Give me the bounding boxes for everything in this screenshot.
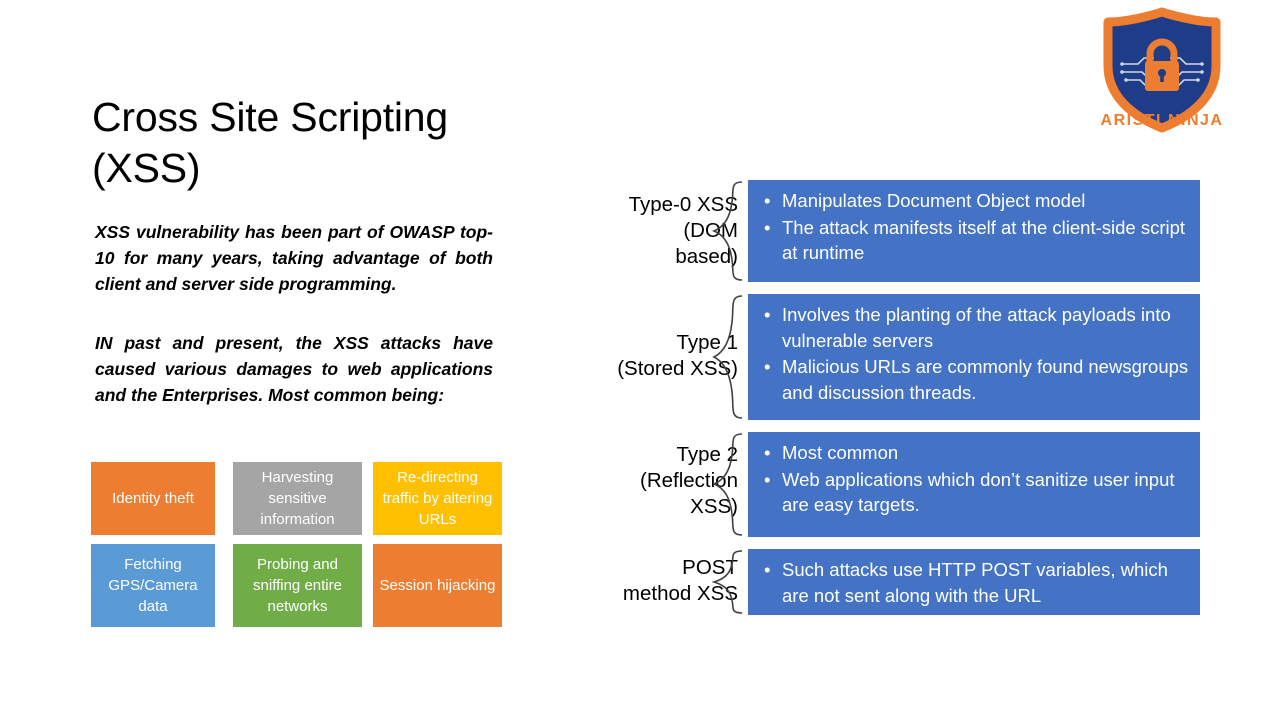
detail-bullet: Malicious URLs are commonly found newsgr… (764, 354, 1190, 405)
label-line: Type 1 (676, 331, 738, 354)
impact-box-identity-theft: Identity theft (91, 462, 215, 535)
label-line: based) (675, 245, 738, 268)
intro-paragraph-2: IN past and present, the XSS attacks hav… (95, 333, 493, 405)
impact-box-session-hijacking: Session hijacking (373, 544, 502, 627)
curly-brace-icon-post-method (712, 549, 744, 615)
xss-type-label-post-method: POST method XSS (558, 555, 738, 607)
label-line: XSS) (690, 495, 738, 518)
label-line: Type-0 XSS (628, 193, 738, 216)
label-line: (DOM (683, 219, 738, 242)
detail-bullet: Involves the planting of the attack payl… (764, 302, 1190, 353)
impact-box-label: Session hijacking (379, 577, 496, 594)
page-title-line2: (XSS) (92, 145, 201, 191)
impact-box-label: Identity theft (112, 490, 194, 507)
impact-box-label: Harvesting sensitive information (260, 469, 335, 528)
xss-detail-box-type-1: Involves the planting of the attack payl… (748, 294, 1200, 420)
impact-box-re-directing-traffic: Re-directing traffic by altering URLs (373, 462, 502, 535)
impact-box-label: Fetching GPS/Camera data (108, 556, 198, 615)
impact-box-harvesting-sensitive-information: Harvesting sensitive information (233, 462, 362, 535)
curly-brace-icon-type-2 (712, 432, 744, 537)
xss-types-diagram: Type-0 XSS (DOM based) Manipulates Docum… (540, 170, 1200, 630)
label-line: method XSS (622, 582, 738, 605)
aristi-ninja-logo: ARISTI NINJA (1092, 4, 1232, 144)
detail-bullet: Such attacks use HTTP POST variables, wh… (764, 557, 1190, 608)
curly-brace-icon-type-1 (712, 294, 744, 420)
label-line: (Stored XSS) (617, 357, 738, 380)
xss-detail-box-type-0: Manipulates Document Object model The at… (748, 180, 1200, 282)
detail-bullet: Web applications which don’t sanitize us… (764, 467, 1190, 518)
xss-type-label-type-2: Type 2 (Reflection XSS) (558, 442, 738, 520)
detail-bullet: The attack manifests itself at the clien… (764, 215, 1190, 266)
xss-detail-box-type-2: Most common Web applications which don’t… (748, 432, 1200, 537)
detail-bullet: Most common (764, 440, 1190, 466)
impact-box-fetching-gps-camera-data: Fetching GPS/Camera data (91, 544, 215, 627)
intro-paragraph-1: XSS vulnerability has been part of OWASP… (95, 222, 493, 294)
xss-type-label-type-0: Type-0 XSS (DOM based) (558, 192, 738, 270)
label-line: POST (682, 556, 738, 579)
logo-text: ARISTI NINJA (1100, 112, 1224, 129)
impact-box-label: Re-directing traffic by altering URLs (382, 469, 493, 528)
impact-box-probing-sniffing-networks: Probing and sniffing entire networks (233, 544, 362, 627)
page-title: Cross Site Scripting (XSS) (92, 92, 522, 194)
page-title-line1: Cross Site Scripting (92, 94, 449, 140)
xss-detail-box-post-method: Such attacks use HTTP POST variables, wh… (748, 549, 1200, 615)
detail-bullet: Manipulates Document Object model (764, 188, 1190, 214)
impact-box-grid: Identity theft Harvesting sensitive info… (91, 462, 503, 627)
label-line: Type 2 (676, 443, 738, 466)
label-line: (Reflection (640, 469, 738, 492)
curly-brace-icon-type-0 (712, 180, 744, 282)
impact-box-label: Probing and sniffing entire networks (253, 556, 342, 615)
xss-type-label-type-1: Type 1 (Stored XSS) (558, 330, 738, 382)
